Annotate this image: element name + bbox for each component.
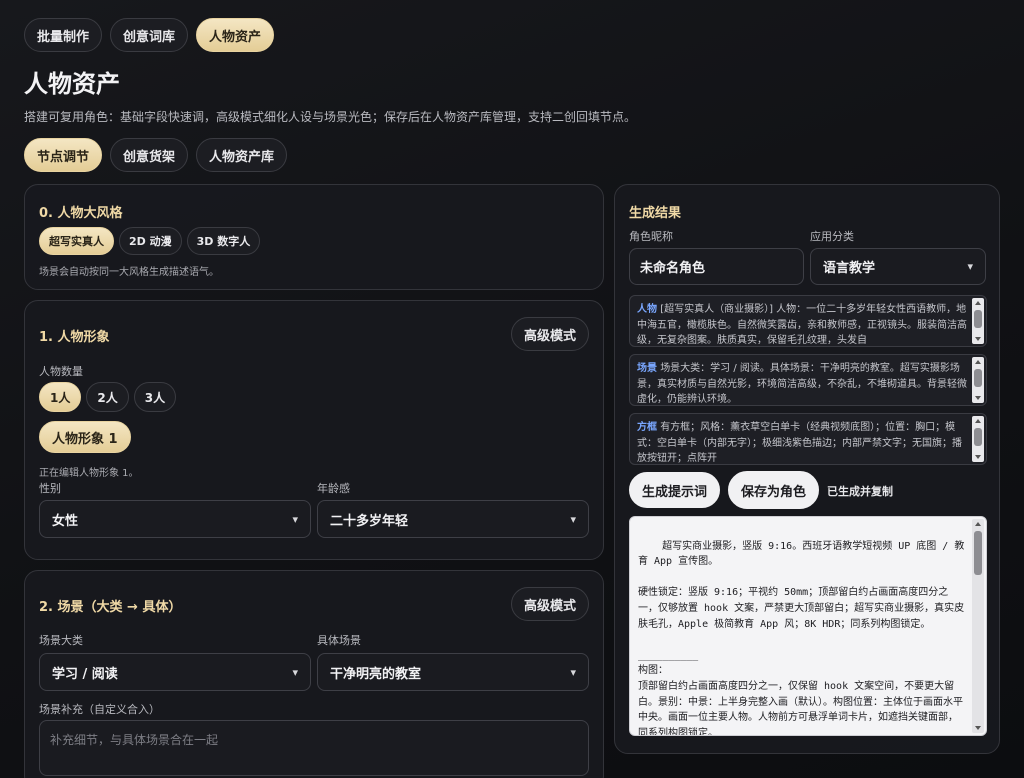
page-subtitle: 搭建可复用角色：基础字段快速调，高级模式细化人设与场景光色；保存后在人物资产库管… bbox=[24, 110, 637, 124]
chevron-down-icon: ▾ bbox=[570, 665, 576, 679]
scroll-down-icon[interactable] bbox=[975, 455, 981, 459]
tab-creative-library[interactable]: 创意词库 bbox=[110, 18, 189, 52]
chevron-down-icon: ▾ bbox=[292, 665, 298, 679]
prompt-text-scene: 场景大类：学习 / 阅读。具体场景：干净明亮的教室。超写实摄影场景，真实材质与自… bbox=[637, 363, 967, 405]
specific-scene-value: 干净明亮的教室 bbox=[330, 666, 422, 682]
prompt-block-figure[interactable]: 人物 [超写实真人（商业摄影）] 人物：一位二十多岁年轻女性西语教师，地中海五官… bbox=[629, 295, 987, 347]
sub-nav: 节点调节 创意货架 人物资产库 bbox=[24, 138, 288, 172]
scroll-up-icon[interactable] bbox=[975, 419, 981, 423]
prompt-tag-frame: 方框 bbox=[637, 422, 657, 433]
style-option-realistic[interactable]: 超写实真人 bbox=[39, 227, 114, 255]
scene-card: 2. 场景（大类 → 具体） 高级模式 场景大类 学习 / 阅读 ▾ 具体场景 … bbox=[24, 570, 604, 778]
gender-value: 女性 bbox=[52, 513, 79, 529]
prompt-block-scene[interactable]: 场景 场景大类：学习 / 阅读。具体场景：干净明亮的教室。超写实摄影场景，真实材… bbox=[629, 354, 987, 406]
scene-extra-input[interactable]: 补充细节，与具体场景合在一起 bbox=[39, 720, 589, 776]
figure-tab-1[interactable]: 人物形象 1 bbox=[39, 421, 131, 453]
nickname-input[interactable]: 未命名角色 bbox=[629, 248, 804, 285]
style-card-title: 0. 人物大风格 bbox=[39, 206, 123, 221]
count-option-2[interactable]: 2人 bbox=[86, 382, 129, 412]
scene-advanced-mode-button[interactable]: 高级模式 bbox=[510, 587, 589, 621]
figure-advanced-mode-button[interactable]: 高级模式 bbox=[510, 317, 589, 351]
scene-extra-label: 场景补充（自定义合入） bbox=[39, 703, 160, 716]
tab-batch[interactable]: 批量制作 bbox=[24, 18, 103, 52]
gender-label: 性别 bbox=[39, 482, 61, 495]
app-category-label: 应用分类 bbox=[810, 230, 854, 243]
app-category-select[interactable]: 语言教学 ▾ bbox=[810, 248, 986, 285]
scroll-up-icon[interactable] bbox=[975, 522, 981, 526]
scroll-thumb[interactable] bbox=[974, 428, 982, 446]
prompt-scene-scrollbar[interactable] bbox=[972, 357, 984, 403]
output-text: 超写实商业摄影，竖版 9:16。西班牙语教学短视频 UP 底图 / 教育 App… bbox=[638, 540, 965, 736]
style-option-2d-anime[interactable]: 2D 动漫 bbox=[119, 227, 182, 255]
scene-category-label: 场景大类 bbox=[39, 634, 83, 647]
count-options: 1人 2人 3人 bbox=[39, 382, 177, 412]
prompt-tag-scene: 场景 bbox=[637, 363, 657, 374]
scroll-down-icon[interactable] bbox=[975, 726, 981, 730]
prompt-frame-scrollbar[interactable] bbox=[972, 416, 984, 462]
chevron-down-icon: ▾ bbox=[570, 512, 576, 526]
result-title: 生成结果 bbox=[629, 206, 682, 221]
count-option-3[interactable]: 3人 bbox=[133, 382, 177, 412]
top-nav: 批量制作 创意词库 人物资产 bbox=[24, 18, 275, 52]
gender-select[interactable]: 女性 ▾ bbox=[39, 500, 311, 538]
scroll-up-icon[interactable] bbox=[975, 360, 981, 364]
style-option-3d-human[interactable]: 3D 数字人 bbox=[186, 227, 261, 255]
age-select[interactable]: 二十多岁年轻 ▾ bbox=[317, 500, 589, 538]
prompt-text-figure: [超写实真人（商业摄影）] 人物：一位二十多岁年轻女性西语教师，地中海五官，橄榄… bbox=[637, 304, 967, 346]
age-label: 年龄感 bbox=[317, 482, 350, 495]
count-option-1[interactable]: 1人 bbox=[39, 382, 82, 412]
chevron-down-icon: ▾ bbox=[292, 512, 298, 526]
style-options: 超写实真人 2D 动漫 3D 数字人 bbox=[39, 227, 261, 255]
page-title: 人物资产 bbox=[24, 70, 120, 98]
prompt-block-frame[interactable]: 方框 有方框；风格：薰衣草空白单卡（经典视频底图）；位置：胸口；模式：空白单卡（… bbox=[629, 413, 987, 465]
subtab-node-adjust[interactable]: 节点调节 bbox=[24, 138, 103, 172]
scroll-thumb[interactable] bbox=[974, 369, 982, 387]
result-card: 生成结果 角色昵称 未命名角色 应用分类 语言教学 ▾ 人物 [超写实真人（商业… bbox=[614, 184, 1000, 754]
scroll-thumb[interactable] bbox=[974, 310, 982, 328]
status-text: 已生成并复制 bbox=[827, 485, 893, 498]
age-value: 二十多岁年轻 bbox=[330, 513, 409, 529]
scroll-down-icon[interactable] bbox=[975, 396, 981, 400]
specific-scene-label: 具体场景 bbox=[317, 634, 361, 647]
scene-extra-placeholder: 补充细节，与具体场景合在一起 bbox=[50, 733, 219, 747]
scroll-up-icon[interactable] bbox=[975, 301, 981, 305]
chevron-down-icon: ▾ bbox=[967, 260, 973, 273]
save-character-button[interactable]: 保存为角色 bbox=[728, 471, 820, 509]
scene-card-title: 2. 场景（大类 → 具体） bbox=[39, 600, 182, 615]
generate-prompt-button[interactable]: 生成提示词 bbox=[629, 472, 721, 508]
scene-category-select[interactable]: 学习 / 阅读 ▾ bbox=[39, 653, 311, 691]
editing-hint: 正在编辑人物形象 1。 bbox=[39, 468, 139, 479]
app-category-value: 语言教学 bbox=[823, 261, 876, 276]
scroll-thumb[interactable] bbox=[974, 531, 982, 575]
prompt-tag-figure: 人物 bbox=[637, 304, 657, 315]
count-label: 人物数量 bbox=[39, 365, 83, 378]
figure-card-title: 1. 人物形象 bbox=[39, 330, 110, 345]
prompt-figure-scrollbar[interactable] bbox=[972, 298, 984, 344]
nickname-label: 角色昵称 bbox=[629, 230, 673, 243]
figure-card: 1. 人物形象 高级模式 人物数量 1人 2人 3人 人物形象 1 正在编辑人物… bbox=[24, 300, 604, 560]
specific-scene-select[interactable]: 干净明亮的教室 ▾ bbox=[317, 653, 589, 691]
output-textarea[interactable]: 超写实商业摄影，竖版 9:16。西班牙语教学短视频 UP 底图 / 教育 App… bbox=[629, 516, 987, 736]
nickname-value: 未命名角色 bbox=[640, 261, 706, 276]
subtab-creative-shelf[interactable]: 创意货架 bbox=[110, 138, 189, 172]
prompt-text-frame: 有方框；风格：薰衣草空白单卡（经典视频底图）；位置：胸口；模式：空白单卡（内部无… bbox=[637, 422, 962, 464]
output-scrollbar[interactable] bbox=[972, 519, 984, 733]
style-hint: 场景会自动按同一大风格生成描述语气。 bbox=[39, 267, 219, 278]
subtab-character-library[interactable]: 人物资产库 bbox=[196, 138, 288, 172]
scene-category-value: 学习 / 阅读 bbox=[52, 666, 118, 682]
style-card: 0. 人物大风格 超写实真人 2D 动漫 3D 数字人 场景会自动按同一大风格生… bbox=[24, 184, 604, 290]
scroll-down-icon[interactable] bbox=[975, 337, 981, 341]
tab-character-assets[interactable]: 人物资产 bbox=[196, 18, 275, 52]
